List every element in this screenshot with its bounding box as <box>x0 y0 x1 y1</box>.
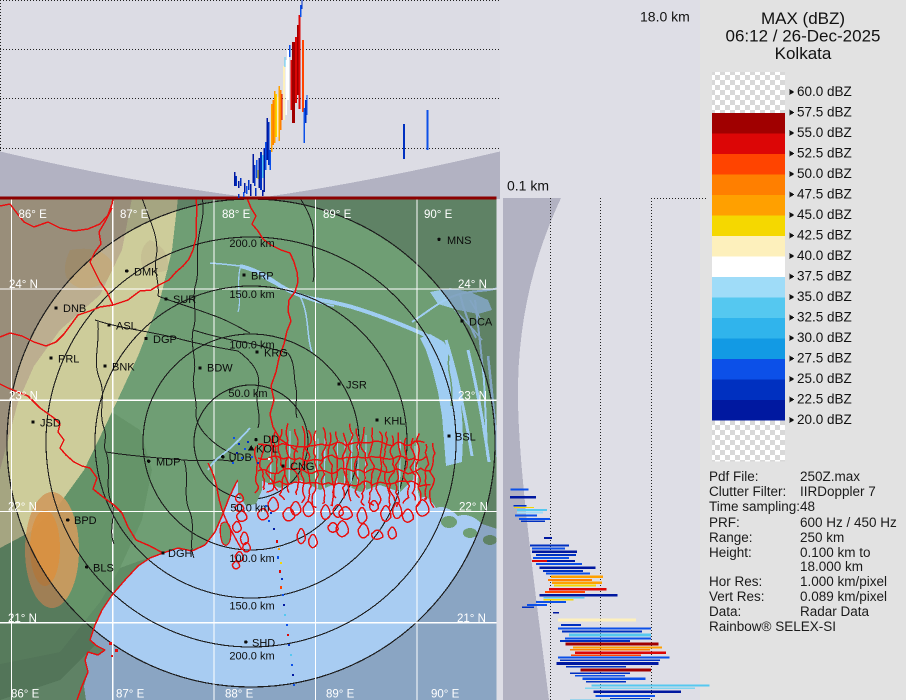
svg-text:50.0 km: 50.0 km <box>228 388 267 400</box>
svg-text:22.5 dBZ: 22.5 dBZ <box>797 392 852 407</box>
svg-text:DMK: DMK <box>134 267 159 279</box>
svg-text:Radar Data: Radar Data <box>800 604 870 619</box>
svg-text:06:12 / 26-Dec-2025: 06:12 / 26-Dec-2025 <box>726 27 881 46</box>
svg-text:21° N: 21° N <box>8 613 37 625</box>
svg-text:0.089 km/pixel: 0.089 km/pixel <box>800 589 887 604</box>
svg-text:90° E: 90° E <box>431 689 460 700</box>
svg-text:20.0 dBZ: 20.0 dBZ <box>797 412 852 427</box>
svg-text:KOL: KOL <box>256 444 278 456</box>
svg-text:600 Hz / 450 Hz: 600 Hz / 450 Hz <box>800 515 897 530</box>
svg-text:150.0 km: 150.0 km <box>229 289 274 301</box>
svg-text:BPD: BPD <box>74 515 97 527</box>
svg-text:47.5 dBZ: 47.5 dBZ <box>797 187 852 202</box>
svg-text:37.5 dBZ: 37.5 dBZ <box>797 269 852 284</box>
svg-text:ASL: ASL <box>116 321 137 333</box>
svg-text:86° E: 86° E <box>11 689 40 700</box>
svg-text:52.5 dBZ: 52.5 dBZ <box>797 146 852 161</box>
svg-text:23° N: 23° N <box>458 390 487 402</box>
svg-text:23° N: 23° N <box>9 390 38 402</box>
svg-text:200.0 km: 200.0 km <box>229 238 274 250</box>
svg-text:BNK: BNK <box>112 362 135 374</box>
svg-text:SUR: SUR <box>173 294 196 306</box>
svg-text:Hor Res:: Hor Res: <box>709 574 762 589</box>
svg-text:22° N: 22° N <box>8 502 37 514</box>
svg-text:DGH: DGH <box>168 548 193 560</box>
svg-text:40.0 dBZ: 40.0 dBZ <box>797 248 852 263</box>
svg-text:Kolkata: Kolkata <box>775 44 832 63</box>
svg-text:Pdf File:: Pdf File: <box>709 469 759 484</box>
svg-text:24° N: 24° N <box>458 279 487 291</box>
svg-text:87° E: 87° E <box>120 209 149 221</box>
svg-text:250Z.max: 250Z.max <box>800 469 860 484</box>
svg-text:250 km: 250 km <box>800 530 844 545</box>
svg-text:Rainbow® SELEX-SI: Rainbow® SELEX-SI <box>709 619 836 634</box>
svg-text:100.0 km: 100.0 km <box>229 553 274 565</box>
svg-text:Range:: Range: <box>709 530 753 545</box>
svg-text:22° N: 22° N <box>459 502 488 514</box>
svg-text:IIRDoppler 7: IIRDoppler 7 <box>800 484 876 499</box>
svg-text:CNG: CNG <box>290 461 314 473</box>
svg-text:88° E: 88° E <box>225 689 254 700</box>
svg-text:86° E: 86° E <box>19 209 48 221</box>
svg-text:JSR: JSR <box>346 380 367 392</box>
svg-text:Vert Res:: Vert Res: <box>709 589 765 604</box>
svg-text:89° E: 89° E <box>323 209 352 221</box>
svg-text:90° E: 90° E <box>424 209 453 221</box>
svg-text:150.0 km: 150.0 km <box>229 601 274 613</box>
svg-text:BSL: BSL <box>455 432 476 444</box>
svg-text:BLS: BLS <box>93 563 114 575</box>
svg-text:89° E: 89° E <box>326 689 355 700</box>
svg-text:35.0 dBZ: 35.0 dBZ <box>797 289 852 304</box>
svg-text:24° N: 24° N <box>9 279 38 291</box>
svg-text:MNS: MNS <box>447 235 471 247</box>
svg-text:KHL: KHL <box>384 416 405 428</box>
svg-text:1.000 km/pixel: 1.000 km/pixel <box>800 574 887 589</box>
svg-text:DNB: DNB <box>63 303 86 315</box>
svg-text:KRG: KRG <box>264 348 288 360</box>
svg-text:Height:: Height: <box>709 545 752 560</box>
svg-text:88° E: 88° E <box>222 209 251 221</box>
svg-text:MAX (dBZ): MAX (dBZ) <box>761 9 845 28</box>
svg-text:0.1 km: 0.1 km <box>507 178 549 194</box>
svg-text:21° N: 21° N <box>457 613 486 625</box>
svg-text:DGP: DGP <box>153 334 177 346</box>
svg-text:Data:: Data: <box>709 604 741 619</box>
svg-text:PRL: PRL <box>58 354 79 366</box>
svg-text:32.5 dBZ: 32.5 dBZ <box>797 310 852 325</box>
svg-text:25.0 dBZ: 25.0 dBZ <box>797 371 852 386</box>
svg-text:55.0 dBZ: 55.0 dBZ <box>797 125 852 140</box>
svg-text:45.0 dBZ: 45.0 dBZ <box>797 207 852 222</box>
svg-text:Clutter Filter:: Clutter Filter: <box>709 484 786 499</box>
svg-text:Time sampling:48: Time sampling:48 <box>709 499 815 514</box>
svg-text:MDP: MDP <box>156 457 180 469</box>
svg-text:27.5 dBZ: 27.5 dBZ <box>797 351 852 366</box>
svg-text:18.0 km: 18.0 km <box>640 9 690 25</box>
svg-text:18.000 km: 18.000 km <box>800 559 863 574</box>
svg-text:50.0 km: 50.0 km <box>230 503 269 515</box>
svg-text:60.0 dBZ: 60.0 dBZ <box>797 84 852 99</box>
svg-text:JSD: JSD <box>40 418 61 430</box>
svg-text:BDW: BDW <box>207 363 233 375</box>
svg-text:0.100 km to: 0.100 km to <box>800 545 871 560</box>
svg-text:DCA: DCA <box>469 317 493 329</box>
svg-text:PRF:: PRF: <box>709 515 740 530</box>
svg-text:87° E: 87° E <box>116 689 145 700</box>
svg-text:BRP: BRP <box>251 271 274 283</box>
svg-text:42.5 dBZ: 42.5 dBZ <box>797 228 852 243</box>
svg-text:30.0 dBZ: 30.0 dBZ <box>797 330 852 345</box>
svg-text:57.5 dBZ: 57.5 dBZ <box>797 105 852 120</box>
svg-text:200.0 km: 200.0 km <box>229 651 274 663</box>
svg-text:50.0 dBZ: 50.0 dBZ <box>797 166 852 181</box>
svg-text:SHD: SHD <box>252 638 275 650</box>
